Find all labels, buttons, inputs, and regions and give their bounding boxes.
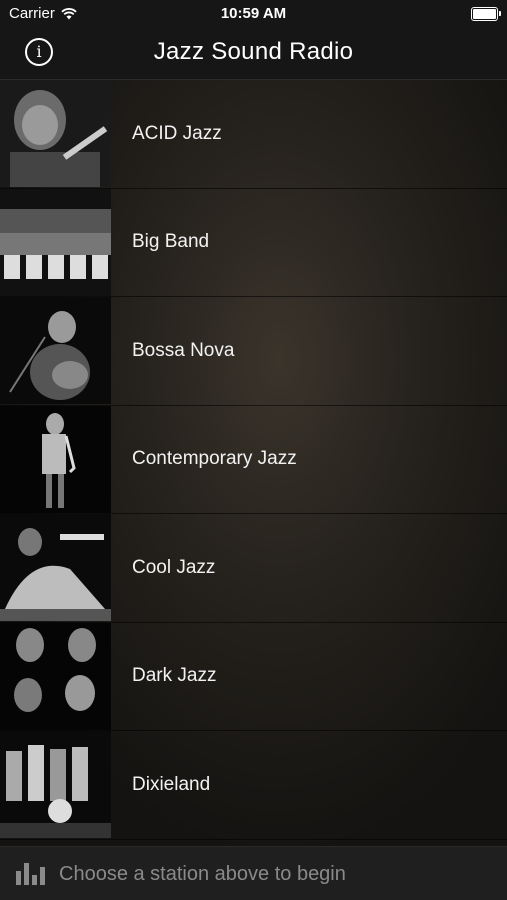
station-row-dixieland[interactable]: Dixieland bbox=[0, 731, 507, 840]
station-row-bossa-nova[interactable]: Bossa Nova bbox=[0, 297, 507, 406]
player-bar[interactable]: Choose a station above to begin bbox=[0, 846, 507, 900]
player-status-text: Choose a station above to begin bbox=[59, 862, 346, 885]
station-row-big-band[interactable]: Big Band bbox=[0, 188, 507, 297]
equalizer-icon bbox=[16, 863, 45, 885]
station-row-cool-jazz[interactable]: Cool Jazz bbox=[0, 514, 507, 623]
station-label: Big Band bbox=[132, 231, 210, 253]
station-label: Contemporary Jazz bbox=[132, 448, 297, 470]
station-thumbnail bbox=[0, 405, 111, 513]
battery-icon bbox=[471, 7, 501, 21]
station-row-acid-jazz[interactable]: ACID Jazz bbox=[0, 80, 507, 189]
status-bar: Carrier 10:59 AM bbox=[0, 0, 507, 28]
station-thumbnail bbox=[0, 514, 111, 622]
station-thumbnail bbox=[0, 731, 111, 839]
station-label: Dixieland bbox=[132, 773, 211, 795]
station-row-contemporary-jazz[interactable]: Contemporary Jazz bbox=[0, 405, 507, 514]
station-label: Bossa Nova bbox=[132, 339, 235, 361]
station-label: Cool Jazz bbox=[132, 556, 216, 578]
station-thumbnail bbox=[0, 80, 111, 188]
station-label: ACID Jazz bbox=[132, 122, 222, 144]
station-label: Dark Jazz bbox=[132, 665, 217, 687]
clock: 10:59 AM bbox=[220, 5, 287, 22]
page-title: Jazz Sound Radio bbox=[153, 38, 354, 65]
station-row-dark-jazz[interactable]: Dark Jazz bbox=[0, 622, 507, 731]
station-thumbnail bbox=[0, 622, 111, 730]
app-screen: Carrier 10:59 AM i Jazz Sound Radio ACID… bbox=[0, 0, 507, 900]
navigation-bar: i Jazz Sound Radio bbox=[0, 28, 507, 80]
station-thumbnail bbox=[0, 188, 111, 296]
station-thumbnail bbox=[0, 297, 111, 405]
station-list: ACID Jazz Big Band Bossa Nova Contempora… bbox=[0, 80, 507, 846]
